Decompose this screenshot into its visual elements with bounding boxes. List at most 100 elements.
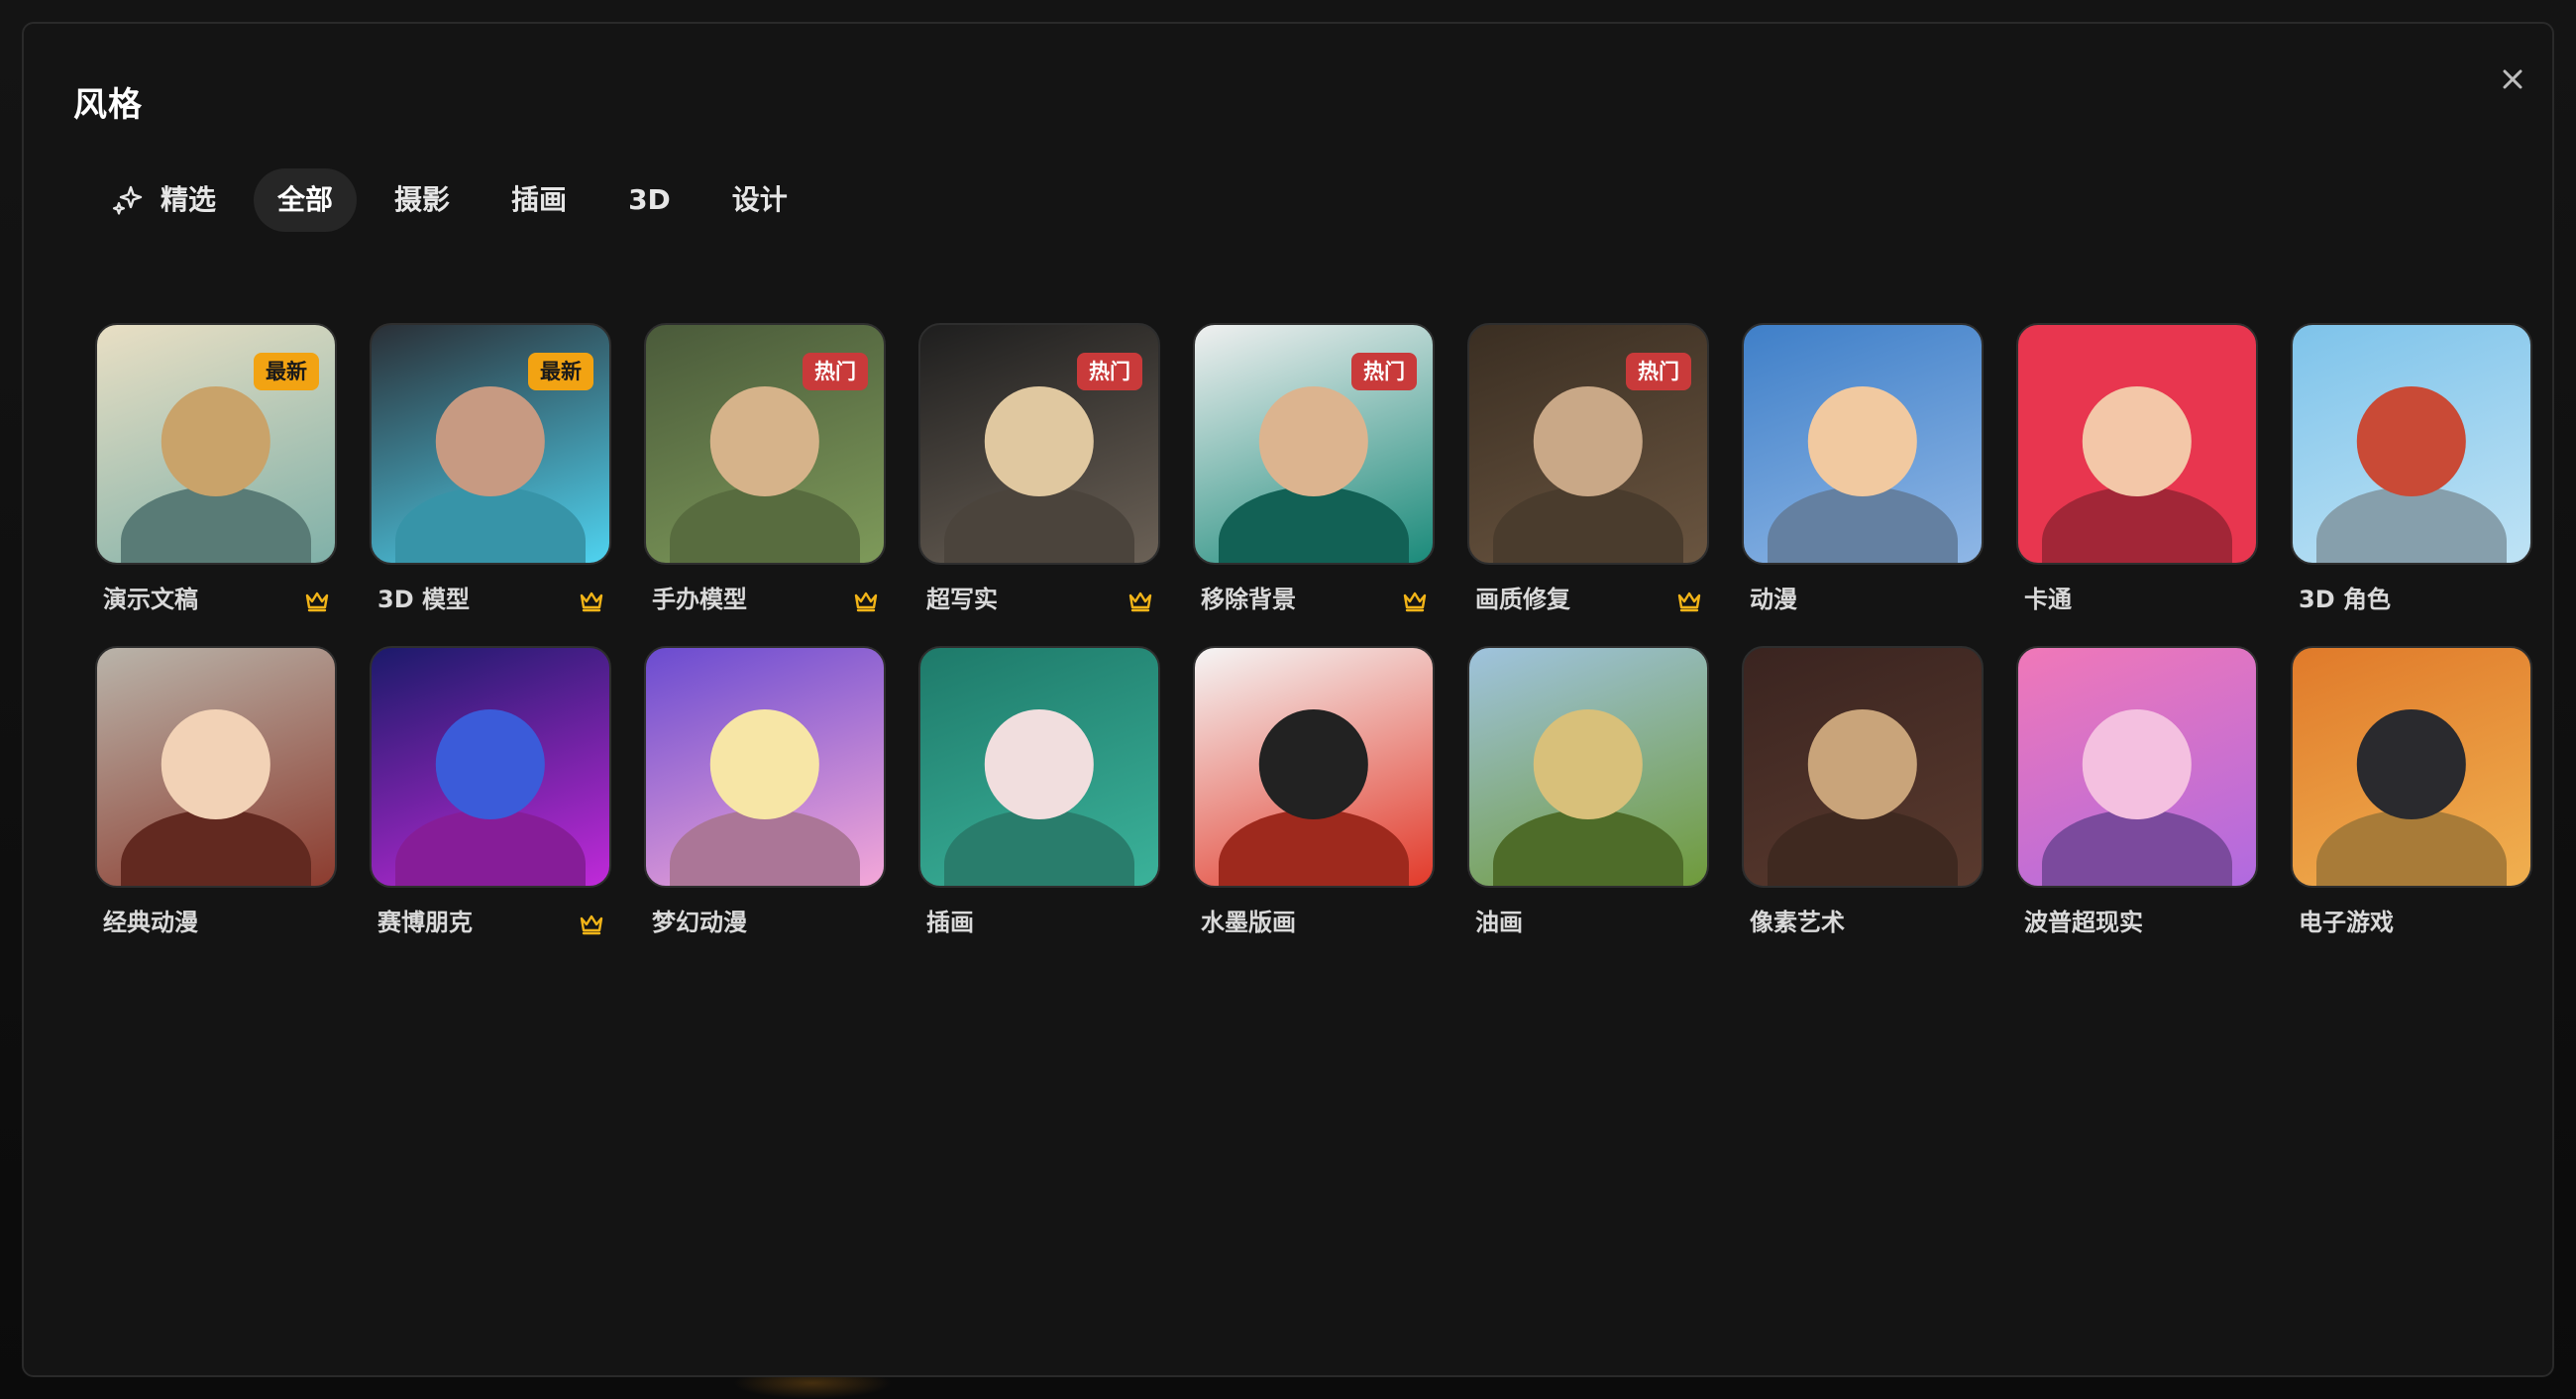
thumbnail-figure-head <box>2082 386 2193 496</box>
thumbnail-figure-head <box>2356 709 2467 819</box>
style-thumbnail <box>1193 646 1435 888</box>
style-card[interactable]: 3D 角色 <box>2291 323 2532 620</box>
style-card[interactable]: 像素艺术 <box>1742 646 1984 943</box>
tab-featured[interactable]: 精选 <box>83 168 240 232</box>
thumbnail-figure-body <box>1219 486 1409 563</box>
style-thumbnail: 热门 <box>1193 323 1435 565</box>
crown-icon <box>1677 592 1701 612</box>
thumbnail-figure-body <box>1493 486 1683 563</box>
style-thumbnail <box>2016 646 2258 888</box>
tab-label: 摄影 <box>394 183 451 216</box>
thumbnail-figure-body <box>1219 809 1409 886</box>
thumbnail-figure-body <box>1493 809 1683 886</box>
crown-icon <box>854 592 878 612</box>
dialog-title: 风格 <box>73 85 143 125</box>
style-label: 电子游戏 <box>2299 909 2394 936</box>
style-thumbnail: 最新 <box>95 323 337 565</box>
style-thumbnail <box>2291 646 2532 888</box>
style-picker-dialog: 风格 精选 全部 摄影 插画 3D 设计 最新 演示文稿 最新 3D 模型 热门… <box>22 22 2554 1377</box>
thumbnail-figure-head <box>1807 386 1918 496</box>
style-card[interactable]: 热门画质修复 <box>1467 323 1709 620</box>
thumbnail-figure-body <box>121 809 311 886</box>
style-card[interactable]: 热门超写实 <box>918 323 1160 620</box>
style-label: 水墨版画 <box>1201 909 1296 936</box>
thumbnail-figure-head <box>2356 386 2467 496</box>
thumbnail-figure-body <box>2042 809 2232 886</box>
thumbnail-figure-head <box>1807 709 1918 819</box>
style-label: 手办模型 <box>652 586 747 613</box>
thumbnail-figure-body <box>1768 486 1958 563</box>
thumbnail-figure-head <box>435 386 546 496</box>
close-icon <box>2503 69 2522 89</box>
thumbnail-figure-body <box>944 809 1134 886</box>
tab-label: 设计 <box>731 183 788 216</box>
style-thumbnail: 热门 <box>644 323 886 565</box>
style-card[interactable]: 油画 <box>1467 646 1709 943</box>
style-card[interactable]: 热门 移除背景 <box>1193 323 1435 620</box>
style-label: 像素艺术 <box>1750 909 1845 936</box>
thumbnail-figure-head <box>1533 709 1644 819</box>
thumbnail-figure-head <box>984 709 1095 819</box>
style-card[interactable]: 波普超现实 <box>2016 646 2258 943</box>
style-label: 3D 角色 <box>2299 586 2391 613</box>
style-thumbnail: 热门 <box>1467 323 1709 565</box>
thumbnail-figure-body <box>1768 809 1958 886</box>
thumbnail-figure-body <box>2042 486 2232 563</box>
tab-label: 精选 <box>161 183 217 216</box>
tab-illustration[interactable]: 插画 <box>487 168 590 232</box>
tab-design[interactable]: 设计 <box>708 168 811 232</box>
thumbnail-figure-body <box>121 486 311 563</box>
style-card[interactable]: 卡通 <box>2016 323 2258 620</box>
tab-3d[interactable]: 3D <box>604 168 695 232</box>
thumbnail-figure-head <box>161 386 271 496</box>
thumbnail-figure-head <box>435 709 546 819</box>
style-thumbnail <box>644 646 886 888</box>
style-thumbnail <box>95 646 337 888</box>
new-badge: 最新 <box>528 353 593 390</box>
tab-label: 插画 <box>511 183 568 216</box>
new-badge: 最新 <box>254 353 319 390</box>
style-label: 3D 模型 <box>377 586 470 613</box>
style-card[interactable]: 赛博朋克 <box>370 646 611 943</box>
close-button[interactable] <box>2489 55 2536 103</box>
crown-icon <box>1403 592 1427 612</box>
tab-label: 全部 <box>277 183 334 216</box>
style-card[interactable]: 水墨版画 <box>1193 646 1435 943</box>
tab-photography[interactable]: 摄影 <box>371 168 474 232</box>
style-thumbnail <box>918 646 1160 888</box>
crown-icon <box>580 592 603 612</box>
hot-badge: 热门 <box>803 353 868 390</box>
style-thumbnail <box>2291 323 2532 565</box>
crown-icon <box>1128 592 1152 612</box>
thumbnail-figure-head <box>709 386 820 496</box>
style-thumbnail: 热门 <box>918 323 1160 565</box>
style-thumbnail: 最新 <box>370 323 611 565</box>
style-card[interactable]: 最新演示文稿 <box>95 323 337 620</box>
style-thumbnail <box>2016 323 2258 565</box>
style-thumbnail <box>1742 646 1984 888</box>
thumbnail-figure-head <box>709 709 820 819</box>
thumbnail-figure-head <box>2082 709 2193 819</box>
style-label: 波普超现实 <box>2024 909 2143 936</box>
tab-all[interactable]: 全部 <box>254 168 358 232</box>
thumbnail-figure-body <box>944 486 1134 563</box>
style-label: 超写实 <box>926 586 998 613</box>
thumbnail-figure-head <box>1258 709 1369 819</box>
crown-icon <box>305 592 329 612</box>
style-label: 动漫 <box>1750 586 1797 613</box>
crown-icon <box>580 915 603 935</box>
thumbnail-figure-head <box>984 386 1095 496</box>
style-card[interactable]: 经典动漫 <box>95 646 337 943</box>
style-label: 画质修复 <box>1475 586 1570 613</box>
style-card[interactable]: 最新 3D 模型 <box>370 323 611 620</box>
hot-badge: 热门 <box>1077 353 1142 390</box>
style-card[interactable]: 梦幻动漫 <box>644 646 886 943</box>
style-card[interactable]: 电子游戏 <box>2291 646 2532 943</box>
style-card[interactable]: 插画 <box>918 646 1160 943</box>
style-label: 演示文稿 <box>103 586 198 613</box>
style-card[interactable]: 动漫 <box>1742 323 1984 620</box>
sparkles-icon <box>112 185 143 215</box>
style-card[interactable]: 热门手办模型 <box>644 323 886 620</box>
category-tabs: 精选 全部 摄影 插画 3D 设计 <box>83 168 825 232</box>
thumbnail-figure-body <box>395 809 586 886</box>
